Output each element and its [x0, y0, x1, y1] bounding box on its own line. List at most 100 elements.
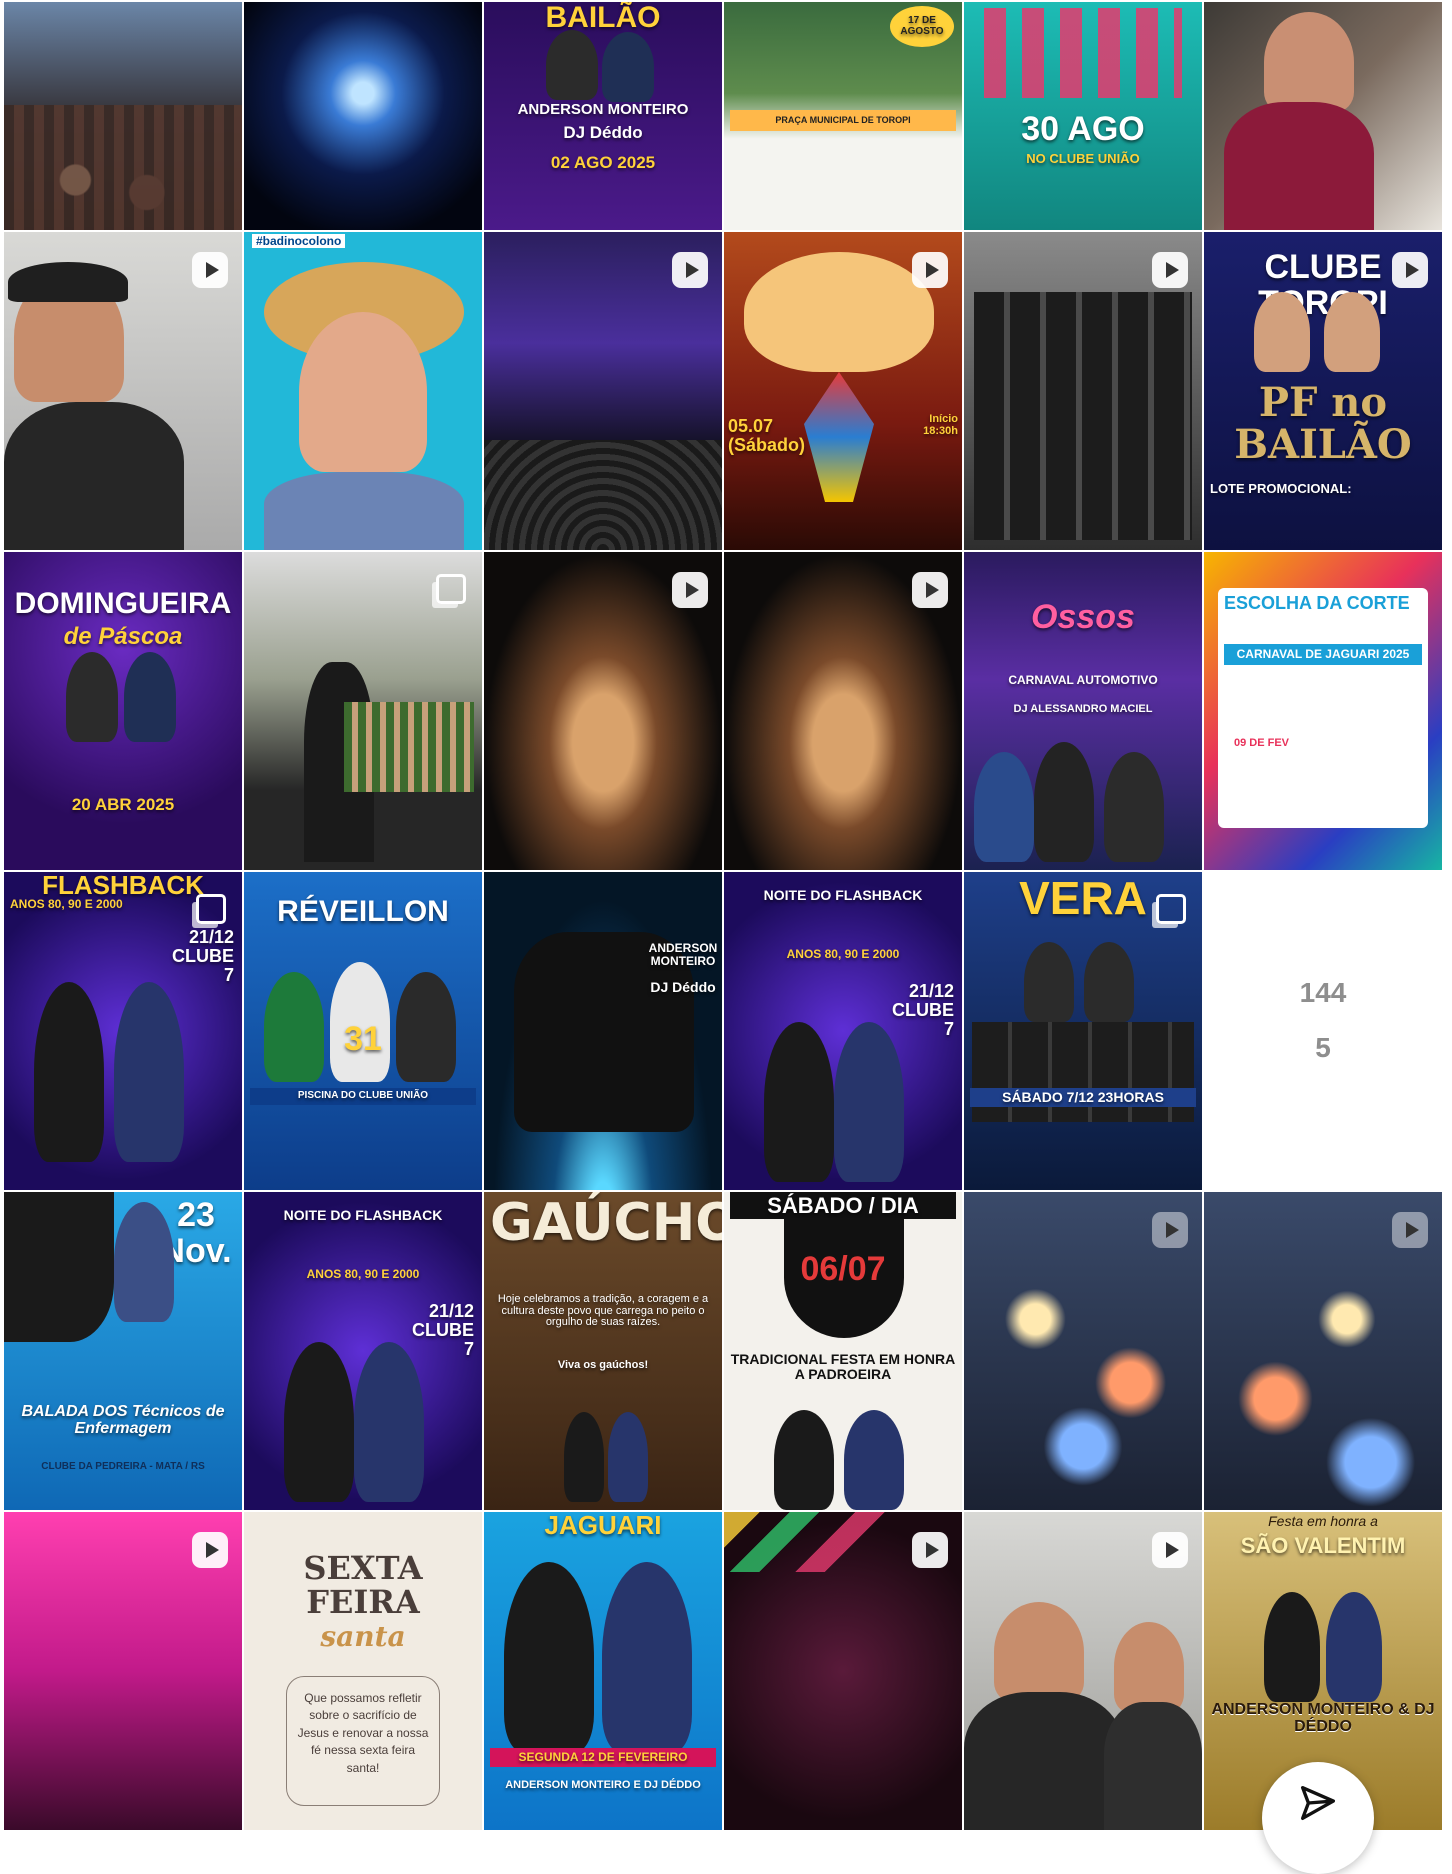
post-line: TRADICIONAL FESTA EM HONRA A PADROEIRA [730, 1351, 956, 1382]
reel-icon [192, 252, 228, 288]
grid-reel[interactable]: 05.07 (Sábado) Início 18:30h [724, 232, 962, 550]
post-line: de Páscoa [63, 623, 183, 650]
reel-icon [672, 252, 708, 288]
reel-icon [1152, 1212, 1188, 1248]
grid-post[interactable]: GAÚCHO Hoje celebramos a tradição, a cor… [484, 1192, 722, 1510]
post-line: 09 DE FEV [1234, 737, 1290, 749]
post-line: 02 AGO 2025 [550, 153, 656, 172]
post-line: SÁBADO 7/12 23HORAS [970, 1088, 1196, 1107]
grid-reel[interactable] [484, 232, 722, 550]
grid-post[interactable] [4, 2, 242, 230]
grid-reel[interactable] [724, 1512, 962, 1830]
grid-reel[interactable] [964, 232, 1202, 550]
post-line: 06/07 [800, 1250, 886, 1288]
grid-reel[interactable] [1204, 1192, 1442, 1510]
grid-post[interactable]: 30 AGO NO CLUBE UNIÃO [964, 2, 1202, 230]
grid-post[interactable] [1204, 2, 1442, 230]
grid-reel[interactable] [724, 552, 962, 870]
grid-post[interactable]: Ossos CARNAVAL AUTOMOTIVO DJ ALESSANDRO … [964, 552, 1202, 870]
reel-icon [1392, 1212, 1428, 1248]
reel-icon [1392, 252, 1428, 288]
post-line: 21/12 CLUBE 7 [412, 1301, 474, 1359]
post-line: Que possamos refletir sobre o sacrifício… [297, 1691, 429, 1775]
post-line: SEGUNDA 12 DE FEVEREIRO [490, 1748, 716, 1767]
post-title: 17 DE AGOSTO [890, 6, 954, 47]
grid-carousel[interactable] [244, 552, 482, 870]
post-line: PISCINA DO CLUBE UNIÃO [250, 1088, 476, 1105]
carousel-icon [1156, 894, 1186, 924]
post-title: Ossos [1031, 598, 1135, 636]
post-line: CARNAVAL DE JAGUARI 2025 [1224, 644, 1422, 665]
grid-post[interactable]: ANDERSON MONTEIRO DJ Déddo [484, 872, 722, 1190]
grid-reel[interactable] [4, 232, 242, 550]
post-line: 21/12 CLUBE 7 [892, 981, 954, 1039]
post-line: Hoje celebramos a tradição, a coragem e … [497, 1293, 709, 1329]
grid-post[interactable]: NOITE DO FLASHBACK ANOS 80, 90 E 2000 21… [244, 1192, 482, 1510]
grid-post[interactable]: SEXTA FEIRA santa Que possamos refletir … [244, 1512, 482, 1830]
grid-post[interactable]: 17 DE AGOSTO PRAÇA MUNICIPAL DE TOROPI [724, 2, 962, 230]
grid-post[interactable] [244, 2, 482, 230]
post-line: DJ ALESSANDRO MACIEL [1013, 703, 1153, 715]
grid-post[interactable]: ESCOLHA DA CORTE CARNAVAL DE JAGUARI 202… [1204, 552, 1442, 870]
post-title: ANDERSON MONTEIRO [648, 941, 718, 968]
post-title: Festa em honra a [1268, 1513, 1378, 1529]
post-count: 144 [1299, 977, 1347, 1008]
post-line: 21/12 CLUBE 7 [172, 927, 234, 985]
post-title: JAGUARI [544, 1512, 662, 1540]
grid-reel[interactable] [484, 552, 722, 870]
reel-icon [672, 572, 708, 608]
filter-icon [1295, 1780, 1341, 1831]
post-title: SEXTA FEIRA [303, 1549, 423, 1621]
post-title: DOMINGUEIRA [14, 587, 232, 620]
grid-post[interactable]: VERA SÁBADO 7/12 23HORAS [964, 872, 1202, 1190]
post-line: Início 18:30h [923, 413, 958, 437]
grid-post[interactable]: RÉVEILLON 31 PISCINA DO CLUBE UNIÃO [244, 872, 482, 1190]
grid-reel[interactable]: CLUBE TOROPI PF no BAILÃO LOTE PROMOCION… [1204, 232, 1442, 550]
post-line: ANDERSON MONTEIRO [517, 101, 689, 118]
grid-post[interactable]: JAGUARI SEGUNDA 12 DE FEVEREIRO ANDERSON… [484, 1512, 722, 1830]
grid-post[interactable]: BAILÃO ANDERSON MONTEIRO DJ Déddo 02 AGO… [484, 2, 722, 230]
filter-button[interactable] [1262, 1762, 1374, 1874]
hashtag-label: #badinocolono [252, 234, 346, 248]
post-title: GAÚCHO [490, 1193, 722, 1253]
grid-reel[interactable] [964, 1192, 1202, 1510]
reel-icon [912, 572, 948, 608]
grid-post[interactable]: DOMINGUEIRA de Páscoa 20 ABR 2025 [4, 552, 242, 870]
post-line: santa [320, 1620, 406, 1653]
post-line: ANOS 80, 90 E 2000 [786, 947, 900, 961]
post-line: SÃO VALENTIM [1240, 1533, 1406, 1558]
grid-reel[interactable] [4, 1512, 242, 1830]
profile-post-grid: BAILÃO ANDERSON MONTEIRO DJ Déddo 02 AGO… [4, 2, 1445, 1830]
post-line: ANDERSON MONTEIRO E DJ DÉDDO [505, 1779, 701, 1791]
post-title: NOITE DO FLASHBACK [283, 1207, 443, 1223]
grid-post[interactable]: FLASHBACK ANOS 80, 90 E 2000 21/12 CLUBE… [4, 872, 242, 1190]
post-line: NO CLUBE UNIÃO [1026, 151, 1140, 166]
post-title: ESCOLHA DA CORTE [1224, 593, 1410, 613]
reel-icon [192, 1532, 228, 1568]
reel-icon [1152, 1532, 1188, 1568]
post-line: PRAÇA MUNICIPAL DE TOROPI [730, 110, 956, 132]
grid-post[interactable]: NOITE DO FLASHBACK ANOS 80, 90 E 2000 21… [724, 872, 962, 1190]
post-line: BALADA DOS Técnicos de Enfermagem [21, 1403, 225, 1437]
reel-icon [912, 252, 948, 288]
post-line: ANDERSON MONTEIRO & DJ DÉDDO [1211, 1701, 1435, 1735]
post-line: DJ Déddo [650, 979, 716, 995]
grid-post[interactable]: 23 Nov. BALADA DOS Técnicos de Enfermage… [4, 1192, 242, 1510]
grid-post[interactable]: #badinocolono [244, 232, 482, 550]
grid-post[interactable]: SÁBADO / DIA 06/07 TRADICIONAL FESTA EM … [724, 1192, 962, 1510]
post-line: CLUBE DA PEDREIRA - MATA / RS [41, 1461, 205, 1472]
post-line: DJ Déddo [563, 123, 643, 142]
post-title: BAILÃO [545, 2, 661, 34]
post-title: NOITE DO FLASHBACK [763, 887, 923, 903]
post-line: Viva os gaúchos! [557, 1359, 649, 1371]
post-title: 30 AGO [1021, 110, 1145, 148]
post-line: CARNAVAL AUTOMOTIVO [1008, 673, 1158, 687]
post-line: ANOS 80, 90 E 2000 [306, 1267, 420, 1281]
grid-reel[interactable] [964, 1512, 1202, 1830]
post-title: SÁBADO / DIA [730, 1192, 956, 1220]
post-line: PF no BAILÃO [1234, 379, 1412, 468]
post-title: RÉVEILLON [277, 895, 449, 928]
carousel-icon [436, 574, 466, 604]
post-line: 31 [344, 1020, 382, 1058]
post-title: 05.07 (Sábado) [728, 416, 806, 455]
